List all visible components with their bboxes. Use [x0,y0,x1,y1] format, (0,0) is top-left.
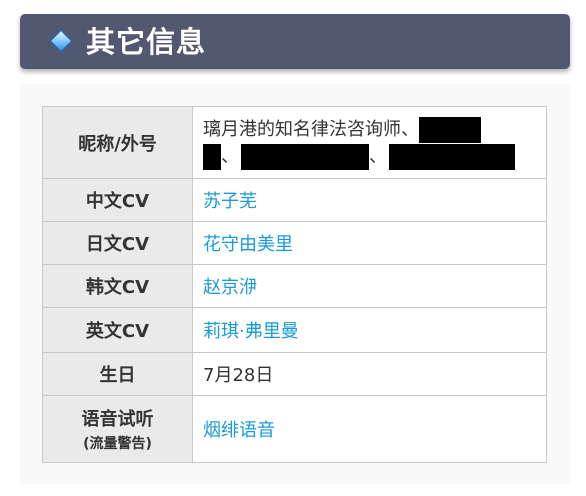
row-label: 中文CV [43,179,193,221]
section-title: 其它信息 [86,25,207,59]
row-label: 语音试听 (流量警告) [43,396,193,462]
row-label: 昵称/外号 [43,107,193,178]
row-label: 生日 [43,353,193,395]
en-cv-link[interactable]: 莉琪·弗里曼 [203,308,538,352]
section-header: 其它信息 [20,14,570,69]
nickname-separator: 、 [221,146,239,167]
redacted-block [419,117,481,143]
redacted-block [241,144,369,170]
cn-cv-link-text: 苏子芜 [203,191,257,212]
table-row-jp-cv: 日文CV 花守由美里 [43,221,546,264]
row-label-text: 中文CV [85,191,150,212]
row-value: 璃月港的知名律法咨询师、 、、 [203,107,538,178]
en-cv-link-text: 莉琪·弗里曼 [203,321,299,342]
table-row-en-cv: 英文CV 莉琪·弗里曼 [43,307,546,352]
row-label-text: 语音试听 [81,409,154,430]
jp-cv-link[interactable]: 花守由美里 [203,222,538,264]
voice-link-text: 烟绯语音 [203,420,275,441]
table-row-kr-cv: 韩文CV 赵京洢 [43,264,546,307]
table-row-birthday: 生日 7月28日 [43,352,546,395]
row-label: 韩文CV [43,265,193,307]
voice-link[interactable]: 烟绯语音 [203,396,538,462]
table-row-voice: 语音试听 (流量警告) 烟绯语音 [43,395,546,462]
birthday-value: 7月28日 [203,353,538,395]
table-row-nickname: 昵称/外号 璃月港的知名律法咨询师、 、、 [43,107,546,178]
row-label-text: 日文CV [85,234,150,255]
table-row-cn-cv: 中文CV 苏子芜 [43,178,546,221]
diamond-icon [49,29,73,53]
nickname-line-1: 璃月港的知名律法咨询师、 [203,117,481,143]
nickname-separator: 、 [369,146,387,167]
jp-cv-link-text: 花守由美里 [203,234,293,255]
row-label-text: 韩文CV [85,277,150,298]
kr-cv-link-text: 赵京洢 [203,277,257,298]
row-label: 日文CV [43,222,193,264]
row-label-text: 英文CV [85,321,150,342]
row-label-text: 生日 [99,365,136,386]
redacted-block [203,144,221,170]
row-label: 英文CV [43,308,193,352]
kr-cv-link[interactable]: 赵京洢 [203,265,538,307]
row-sub-label: (流量警告) [83,436,152,452]
row-label-text: 昵称/外号 [78,133,157,155]
nickname-line-2: 、、 [203,144,515,170]
info-table: 昵称/外号 璃月港的知名律法咨询师、 、、 中文CV 苏子芜 日文CV 花守由美… [42,106,547,463]
page-root: 其它信息 昵称/外号 璃月港的知名律法咨询师、 、、 中文CV 苏子芜 日文CV… [0,0,586,496]
redacted-block [389,144,515,170]
cn-cv-link[interactable]: 苏子芜 [203,179,538,221]
birthday-text: 7月28日 [203,365,274,386]
nickname-text: 璃月港的知名律法咨询师、 [203,119,419,140]
